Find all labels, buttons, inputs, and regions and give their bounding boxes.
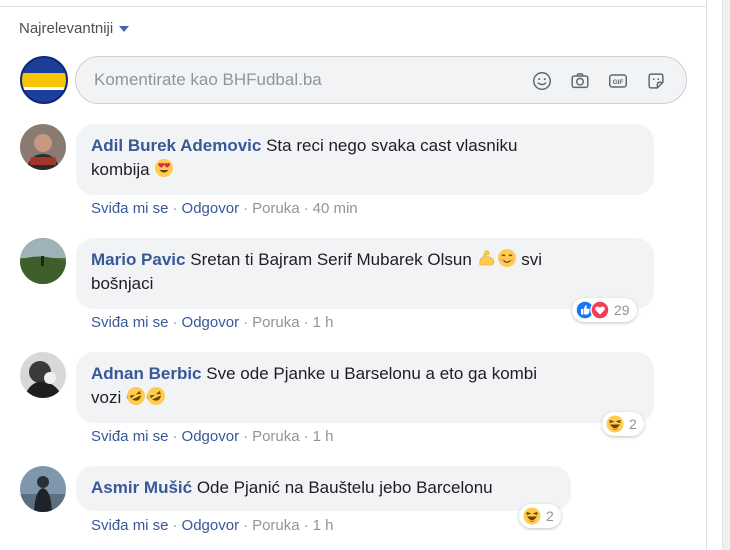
comment-author[interactable]: Asmir Mušić xyxy=(91,478,192,497)
comment-bubble: Asmir Mušić Ode Pjanić na Bauštelu jebo … xyxy=(76,466,571,511)
comment-actions: Sviđa mi se · Odgovor · Poruka · 1 h xyxy=(91,314,334,331)
comment-actions: Sviđa mi se · Odgovor · Poruka · 1 h xyxy=(91,517,334,534)
comment-text: Sta reci nego svaka cast vlasniku xyxy=(266,136,518,155)
like-link[interactable]: Sviđa mi se xyxy=(91,314,169,331)
reaction-count: 2 xyxy=(629,416,637,432)
avatar[interactable] xyxy=(20,352,66,398)
svg-text:GIF: GIF xyxy=(613,79,624,86)
message-link[interactable]: Poruka xyxy=(252,428,300,445)
comment-bubble: Adnan Berbic Sve ode Pjanke u Barselonu … xyxy=(76,352,654,423)
rolling-laughing-emoji xyxy=(126,387,145,405)
caret-down-icon xyxy=(119,25,130,32)
avatar[interactable] xyxy=(20,466,66,512)
scrollbar-track[interactable] xyxy=(722,0,730,550)
reply-link[interactable]: Odgovor xyxy=(182,428,240,445)
comment-author[interactable]: Adil Burek Ademovic xyxy=(91,136,261,155)
reply-link[interactable]: Odgovor xyxy=(182,200,240,217)
comment-text: Sretan ti Bajram Serif Mubarek Olsun xyxy=(190,250,472,269)
comment-time[interactable]: 1 h xyxy=(313,428,334,445)
comment-text-continued: kombija xyxy=(91,160,150,179)
message-link[interactable]: Poruka xyxy=(252,314,300,331)
haha-reaction-icon xyxy=(522,506,542,526)
comment-text-continued: bošnjaci xyxy=(91,274,154,293)
sort-label: Najrelevantniji xyxy=(19,20,114,37)
comment-time[interactable]: 40 min xyxy=(313,200,358,217)
reactions-summary[interactable]: 2 xyxy=(519,504,561,528)
panel-top-border xyxy=(0,0,706,7)
rolling-laughing-emoji xyxy=(146,387,165,405)
emoji-icon[interactable] xyxy=(530,70,554,97)
comment-bubble: Mario Pavic Sretan ti Bajram Serif Mubar… xyxy=(76,238,654,309)
sticker-icon[interactable] xyxy=(644,70,668,97)
reaction-count: 29 xyxy=(614,302,630,318)
message-link[interactable]: Poruka xyxy=(252,200,300,217)
comment-bubble: Adil Burek Ademovic Sta reci nego svaka … xyxy=(76,124,654,195)
reactions-summary[interactable]: 2 xyxy=(602,412,644,436)
like-link[interactable]: Sviđa mi se xyxy=(91,428,169,445)
love-reaction-icon xyxy=(590,300,610,320)
avatar[interactable] xyxy=(20,238,66,284)
comment-text-continued: vozi xyxy=(91,388,122,407)
comment-composer[interactable]: GIF xyxy=(75,56,687,104)
comment-text: Ode Pjanić na Bauštelu jebo Barcelonu xyxy=(196,478,493,497)
comment-author[interactable]: Adnan Berbic xyxy=(91,364,202,383)
comment-author[interactable]: Mario Pavic xyxy=(91,250,186,269)
message-link[interactable]: Poruka xyxy=(252,517,300,534)
comment-time[interactable]: 1 h xyxy=(313,517,334,534)
comment-text-after-emoji: svi xyxy=(521,250,543,269)
reply-link[interactable]: Odgovor xyxy=(182,517,240,534)
flexed-biceps-emoji xyxy=(479,250,494,266)
comment-actions: Sviđa mi se · Odgovor · Poruka · 1 h xyxy=(91,428,334,445)
sort-dropdown[interactable]: Najrelevantniji xyxy=(19,20,130,37)
like-link[interactable]: Sviđa mi se xyxy=(91,200,169,217)
panel-right-border xyxy=(706,0,707,550)
reaction-count: 2 xyxy=(546,508,554,524)
reply-link[interactable]: Odgovor xyxy=(182,314,240,331)
comment-text: Sve ode Pjanke u Barselonu a eto ga komb… xyxy=(206,364,538,383)
page-avatar xyxy=(20,56,68,104)
gif-icon[interactable]: GIF xyxy=(606,70,630,97)
haha-reaction-icon xyxy=(605,414,625,434)
comment-time[interactable]: 1 h xyxy=(313,314,334,331)
comment-input[interactable] xyxy=(94,70,494,90)
smiling-face-emoji xyxy=(497,249,516,267)
camera-icon[interactable] xyxy=(568,70,592,97)
reactions-summary[interactable]: 29 xyxy=(572,298,637,322)
like-link[interactable]: Sviđa mi se xyxy=(91,517,169,534)
heart-eyes-emoji xyxy=(155,159,174,177)
avatar[interactable] xyxy=(20,124,66,170)
comment-actions: Sviđa mi se · Odgovor · Poruka · 40 min xyxy=(91,200,358,217)
